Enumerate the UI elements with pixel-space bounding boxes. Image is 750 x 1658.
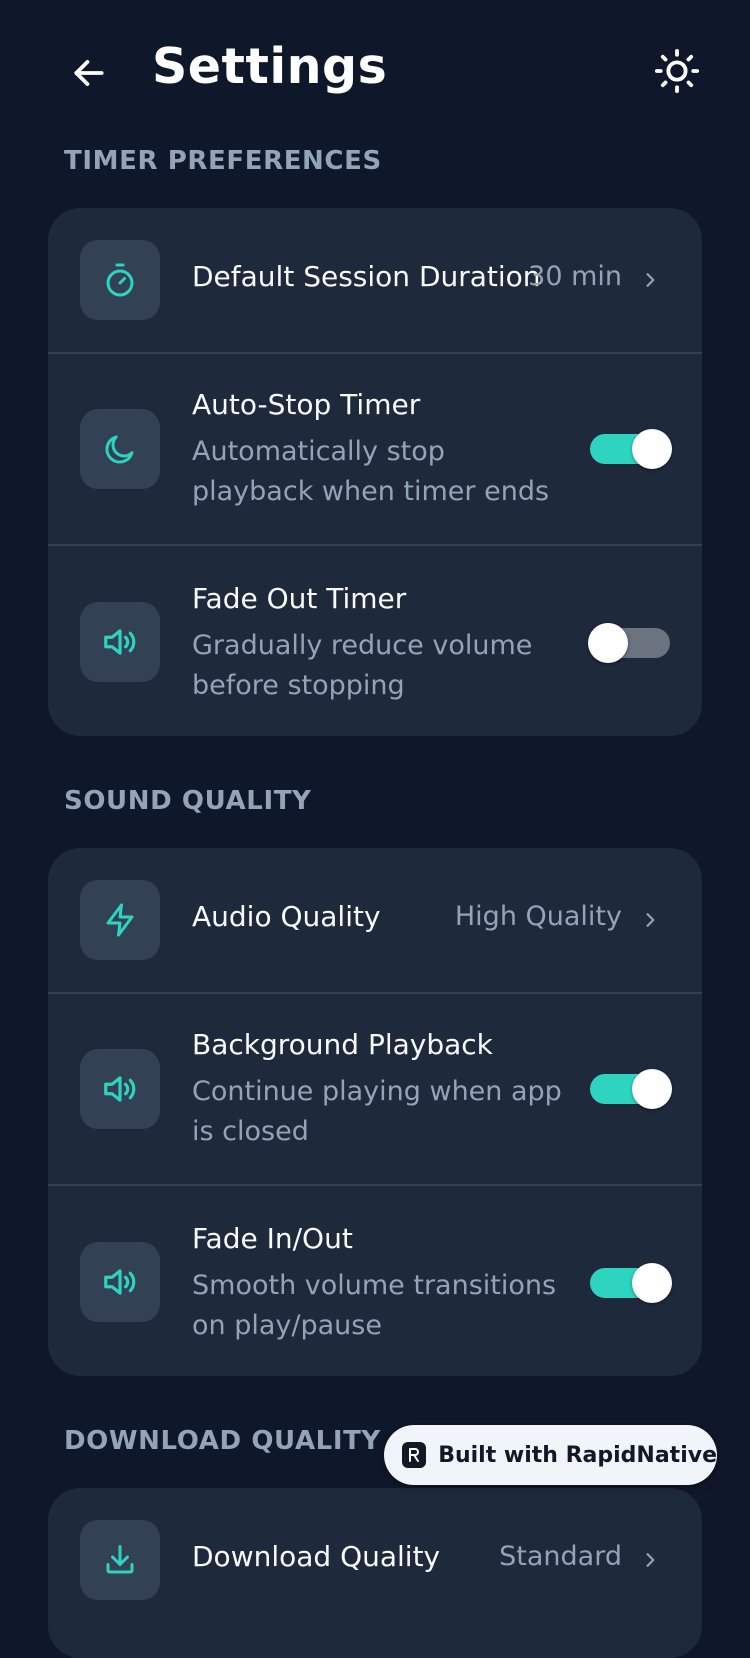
icon-container [80, 1049, 160, 1129]
auto-stop-timer-row: Auto-Stop Timer Automatically stop playb… [48, 352, 702, 544]
audio-quality-row[interactable]: Audio Quality High Quality [48, 848, 702, 992]
icon-container [80, 880, 160, 960]
sun-icon [654, 48, 700, 94]
toggle-knob [632, 1069, 672, 1109]
download-quality-row[interactable]: Download Quality Standard [48, 1488, 702, 1632]
row-title: Default Session Duration [192, 260, 541, 293]
volume-icon [104, 1076, 136, 1102]
volume-icon [104, 629, 136, 655]
built-with-badge[interactable]: Built with RapidNative [384, 1425, 717, 1485]
row-title: Audio Quality [192, 900, 381, 933]
background-playback-row: Background Playback Continue playing whe… [48, 992, 702, 1184]
background-playback-toggle[interactable] [590, 1069, 672, 1109]
icon-container [80, 602, 160, 682]
timer-preferences-card: Default Session Duration 30 min Auto-Sto… [48, 208, 702, 736]
badge-text: Built with RapidNative [438, 1442, 717, 1468]
section-title-download-quality: DOWNLOAD QUALITY [64, 1426, 381, 1456]
icon-container [80, 409, 160, 489]
row-subtitle: Continue playing when app is closed [192, 1076, 562, 1147]
lightning-icon [106, 903, 134, 937]
arrow-left-icon [74, 60, 104, 86]
row-title: Background Playback [192, 1028, 493, 1061]
toggle-knob [632, 429, 672, 469]
row-subtitle: Gradually reduce volume before stopping [192, 630, 533, 701]
back-button[interactable] [64, 48, 114, 98]
download-icon [106, 1545, 134, 1574]
fade-out-timer-row: Fade Out Timer Gradually reduce volume b… [48, 544, 702, 736]
row-title: Auto-Stop Timer [192, 388, 421, 421]
row-value: 30 min [528, 261, 622, 292]
section-title-sound-quality: SOUND QUALITY [64, 786, 312, 816]
download-quality-card: Download Quality Standard [48, 1488, 702, 1658]
fade-in-out-row: Fade In/Out Smooth volume transitions on… [48, 1184, 702, 1376]
rapidnative-logo-icon [402, 1442, 427, 1468]
icon-container [80, 240, 160, 320]
chevron-right-icon [638, 908, 662, 932]
section-title-timer-preferences: TIMER PREFERENCES [64, 146, 382, 176]
chevron-right-icon [638, 268, 662, 292]
page-title: Settings [152, 38, 388, 95]
moon-icon [105, 435, 134, 464]
row-subtitle: Automatically stop playback when timer e… [192, 436, 550, 507]
row-title: Fade In/Out [192, 1222, 353, 1255]
icon-container [80, 1242, 160, 1322]
header: Settings [0, 0, 750, 140]
volume-icon [104, 1269, 136, 1295]
fade-in-out-toggle[interactable] [590, 1263, 672, 1303]
auto-stop-toggle[interactable] [590, 429, 672, 469]
icon-container [80, 1520, 160, 1600]
toggle-knob [632, 1263, 672, 1303]
row-subtitle: Smooth volume transitions on play/pause [192, 1270, 557, 1341]
chevron-right-icon [638, 1548, 662, 1572]
timer-icon [106, 263, 134, 297]
sound-quality-card: Audio Quality High Quality Background Pl… [48, 848, 702, 1376]
theme-toggle-button[interactable] [652, 46, 702, 96]
row-value: Standard [499, 1541, 622, 1572]
fade-out-toggle[interactable] [588, 623, 670, 663]
row-title: Download Quality [192, 1540, 441, 1573]
row-value: High Quality [454, 901, 622, 932]
row-title: Fade Out Timer [192, 582, 407, 615]
toggle-knob [588, 623, 628, 663]
default-session-duration-row[interactable]: Default Session Duration 30 min [48, 208, 702, 352]
